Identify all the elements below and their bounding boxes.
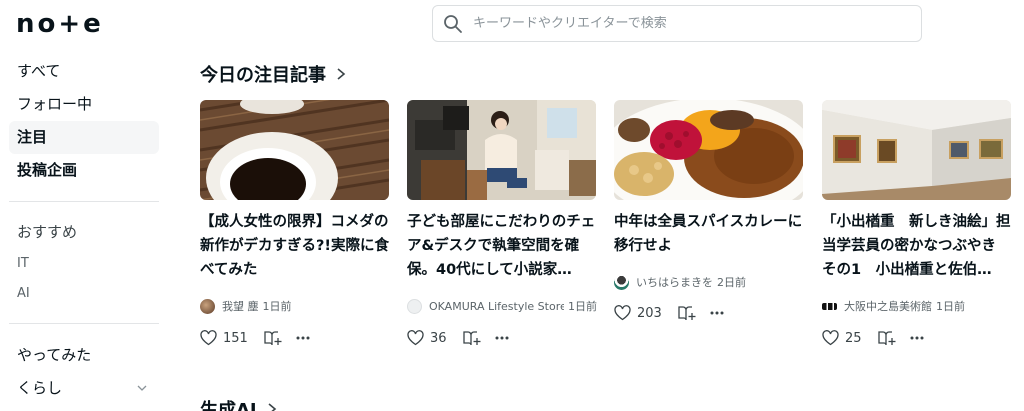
magazine-add-icon[interactable] bbox=[264, 330, 282, 346]
note-logo[interactable]: no+e bbox=[16, 9, 104, 39]
more-icon[interactable] bbox=[910, 336, 924, 340]
sidebar-divider bbox=[9, 201, 159, 202]
article-actions: 151 bbox=[200, 327, 390, 349]
more-icon[interactable] bbox=[495, 336, 509, 340]
search-input[interactable] bbox=[473, 16, 893, 31]
article-card[interactable]: 中年は全員スパイスカレーに移行せよ いちはらまきを 2日前 203 bbox=[614, 100, 804, 324]
heart-icon[interactable] bbox=[407, 330, 424, 346]
author-name: OKAMURA Lifestyle Store bbox=[429, 299, 564, 313]
article-actions: 25 bbox=[822, 327, 1012, 349]
author-name: 我望 塵 bbox=[222, 300, 259, 313]
article-author[interactable]: OKAMURA Lifestyle Store 1日前 bbox=[407, 296, 597, 316]
chevron-down-icon[interactable] bbox=[136, 382, 148, 394]
post-time: 2日前 bbox=[717, 276, 746, 289]
avatar bbox=[822, 302, 837, 310]
like-count: 25 bbox=[845, 330, 862, 346]
magazine-add-icon[interactable] bbox=[678, 305, 696, 321]
like-count: 151 bbox=[223, 330, 248, 346]
article-title[interactable]: 「小出楢重 新しき油絵」担当学芸員の密かなつぶやき その1 小出楢重と佐伯… bbox=[822, 210, 1012, 284]
chevron-right-icon bbox=[268, 403, 276, 411]
avatar bbox=[200, 298, 215, 314]
author-name: 大阪中之島美術館 bbox=[844, 300, 932, 313]
section-title-text: 生成AI bbox=[200, 400, 257, 411]
magazine-add-icon[interactable] bbox=[877, 330, 896, 346]
sidebar: すべて フォロー中 注目 投稿企画 おすすめ IT AI やってみた くらし bbox=[0, 55, 170, 404]
sidebar-item-tried[interactable]: やってみた bbox=[0, 338, 170, 371]
sidebar-item-label: やってみた bbox=[17, 346, 92, 364]
article-card[interactable]: 「小出楢重 新しき油絵」担当学芸員の密かなつぶやき その1 小出楢重と佐伯… 大… bbox=[822, 100, 1012, 349]
article-actions: 203 bbox=[614, 302, 804, 324]
workspace-image bbox=[407, 100, 596, 200]
sidebar-recommend-heading: おすすめ bbox=[17, 223, 78, 241]
article-author[interactable]: いちはらまきを 2日前 bbox=[614, 272, 804, 292]
article-actions: 36 bbox=[407, 327, 597, 349]
article-title[interactable]: 中年は全員スパイスカレーに移行せよ bbox=[614, 210, 804, 260]
article-author[interactable]: 大阪中之島美術館 1日前 bbox=[822, 296, 1012, 316]
article-thumbnail-museum[interactable] bbox=[822, 100, 1011, 200]
section-title-generative-ai[interactable]: 生成AI bbox=[200, 396, 277, 411]
sidebar-item-it[interactable]: IT bbox=[0, 249, 170, 279]
sidebar-item-label: くらし bbox=[17, 379, 63, 397]
avatar bbox=[614, 274, 629, 290]
sidebar-item-following[interactable]: フォロー中 bbox=[9, 88, 159, 121]
heart-icon[interactable] bbox=[822, 330, 839, 346]
sidebar-item-ai[interactable]: AI bbox=[0, 279, 170, 309]
heart-icon[interactable] bbox=[200, 330, 217, 346]
article-thumbnail-workspace[interactable] bbox=[407, 100, 596, 200]
sidebar-item-contests[interactable]: 投稿企画 bbox=[9, 154, 159, 187]
more-icon[interactable] bbox=[710, 311, 724, 315]
sidebar-item-all[interactable]: すべて bbox=[9, 55, 159, 88]
avatar bbox=[407, 298, 422, 314]
article-thumbnail-curry[interactable] bbox=[614, 100, 803, 200]
like-count: 203 bbox=[637, 305, 662, 321]
post-time: 1日前 bbox=[262, 300, 292, 313]
more-icon[interactable] bbox=[296, 336, 310, 340]
sidebar-divider bbox=[9, 323, 159, 324]
article-card[interactable]: 【成人女性の限界】コメダの新作がデカすぎる?!実際に食べてみた 我望 塵 1日前… bbox=[200, 100, 390, 349]
post-time: 1日前 bbox=[936, 300, 965, 313]
post-time: 1日前 bbox=[568, 300, 597, 313]
museum-image bbox=[822, 100, 1011, 200]
article-title[interactable]: 子ども部屋にこだわりのチェア&デスクで執筆空間を確保。40代にして小説家… bbox=[407, 210, 597, 284]
chevron-right-icon bbox=[337, 68, 346, 80]
sidebar-item-living[interactable]: くらし bbox=[0, 371, 170, 404]
article-thumbnail-coffee[interactable] bbox=[200, 100, 389, 200]
coffee-image bbox=[200, 100, 389, 200]
article-author[interactable]: 我望 塵 1日前 bbox=[200, 296, 390, 316]
section-title-text: 今日の注目記事 bbox=[200, 65, 326, 86]
curry-image bbox=[614, 100, 803, 200]
like-count: 36 bbox=[430, 330, 447, 346]
author-name: いちはらまきを bbox=[636, 276, 713, 289]
article-card[interactable]: 子ども部屋にこだわりのチェア&デスクで執筆空間を確保。40代にして小説家… OK… bbox=[407, 100, 597, 349]
heart-icon[interactable] bbox=[614, 305, 631, 321]
section-title-featured[interactable]: 今日の注目記事 bbox=[200, 61, 346, 87]
search-icon bbox=[444, 14, 462, 33]
magazine-add-icon[interactable] bbox=[462, 330, 481, 346]
search-bar[interactable] bbox=[432, 5, 922, 42]
sidebar-item-featured[interactable]: 注目 bbox=[9, 121, 159, 154]
article-title[interactable]: 【成人女性の限界】コメダの新作がデカすぎる?!実際に食べてみた bbox=[200, 210, 390, 284]
